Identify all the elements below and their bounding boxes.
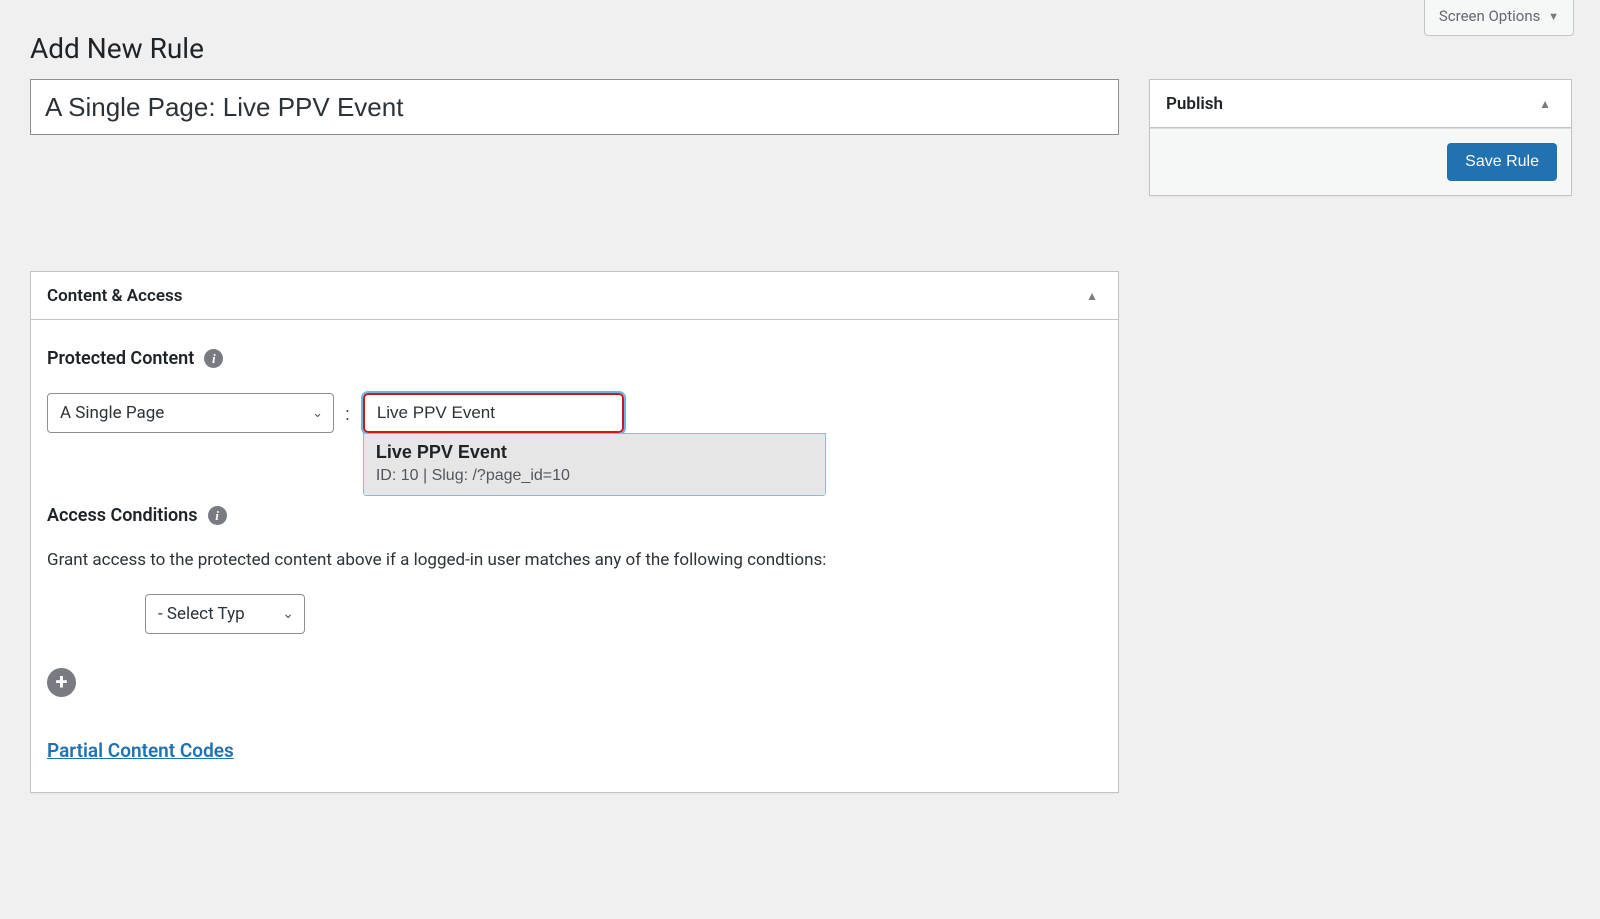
content-search-input[interactable] <box>363 393 624 433</box>
content-access-panel: Content & Access ▲ Protected Content i A… <box>30 271 1119 793</box>
chevron-down-icon: ⌄ <box>312 406 323 421</box>
protected-content-label: Protected Content <box>47 348 194 369</box>
access-conditions-label: Access Conditions <box>47 505 198 526</box>
plus-icon: + <box>56 672 68 694</box>
info-icon[interactable]: i <box>208 506 227 525</box>
content-type-select[interactable]: A Single Page ⌄ <box>47 393 334 433</box>
condition-type-select[interactable]: - Select Typ ⌄ <box>145 594 305 634</box>
condition-type-value: - Select Typ <box>158 604 245 624</box>
autocomplete-item[interactable]: Live PPV Event ID: 10 | Slug: /?page_id=… <box>364 434 825 495</box>
chevron-up-icon[interactable]: ▲ <box>1078 281 1106 311</box>
chevron-down-icon: ▼ <box>1548 10 1559 23</box>
content-type-value: A Single Page <box>60 403 164 423</box>
autocomplete-item-meta: ID: 10 | Slug: /?page_id=10 <box>376 467 813 485</box>
add-condition-button[interactable]: + <box>47 668 76 697</box>
publish-heading: Publish <box>1166 94 1223 114</box>
page-title: Add New Rule <box>30 10 1572 79</box>
content-access-heading: Content & Access <box>47 286 183 306</box>
protected-content-heading: Protected Content i <box>47 348 1102 369</box>
partial-content-codes-link[interactable]: Partial Content Codes <box>47 739 234 762</box>
info-icon[interactable]: i <box>204 349 223 368</box>
publish-panel: Publish ▲ Save Rule <box>1149 79 1572 196</box>
screen-options-label: Screen Options <box>1439 7 1541 25</box>
rule-title-input[interactable] <box>30 79 1119 135</box>
save-rule-button[interactable]: Save Rule <box>1447 143 1557 181</box>
content-access-header[interactable]: Content & Access ▲ <box>31 272 1118 320</box>
screen-options-button[interactable]: Screen Options ▼ <box>1424 0 1574 36</box>
publish-header[interactable]: Publish ▲ <box>1150 80 1571 128</box>
colon-separator: : <box>345 404 349 425</box>
chevron-down-icon: ⌄ <box>282 606 294 622</box>
chevron-up-icon[interactable]: ▲ <box>1531 89 1559 119</box>
autocomplete-dropdown: Live PPV Event ID: 10 | Slug: /?page_id=… <box>363 433 826 496</box>
autocomplete-item-title: Live PPV Event <box>376 442 813 463</box>
access-helper-text: Grant access to the protected content ab… <box>47 550 1102 570</box>
access-conditions-heading: Access Conditions i <box>47 505 1102 526</box>
